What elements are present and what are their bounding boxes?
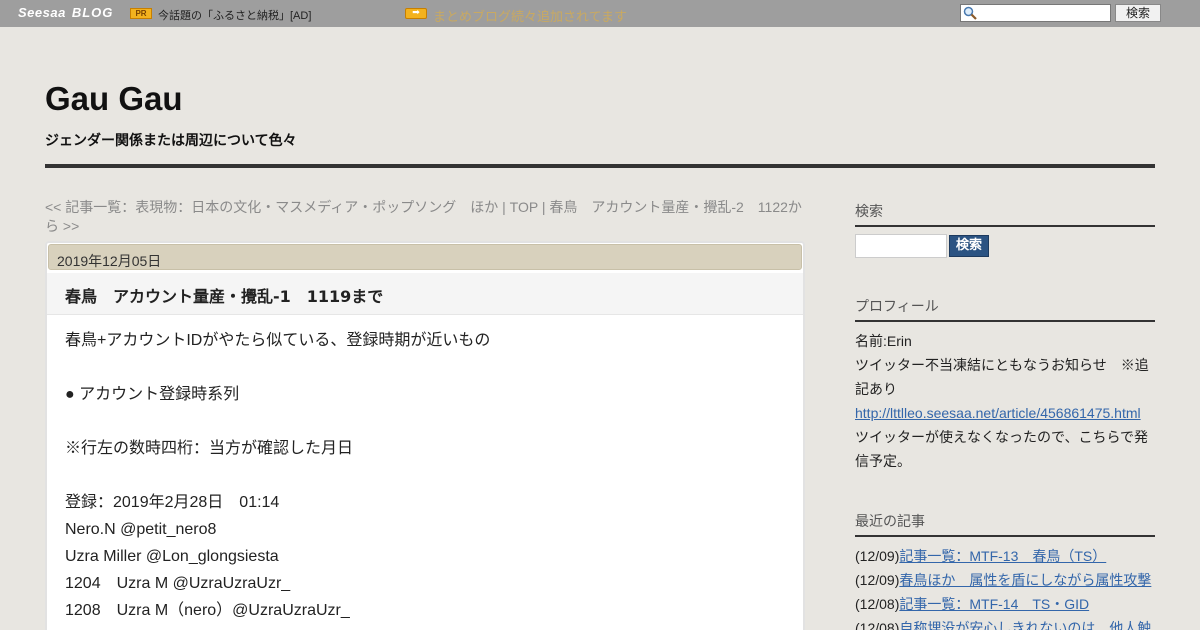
top-search-input[interactable]	[978, 5, 1108, 21]
recent-date: (12/09)	[855, 548, 900, 564]
recent-post-link[interactable]: 春鳥ほか 属性を盾にしながら属性攻撃	[899, 572, 1151, 588]
profile-note: ツイッターが使えなくなったので、こちらで発信予定。	[855, 429, 1149, 469]
top-search-box	[960, 4, 1111, 22]
post-date: 2019年12月05日	[48, 244, 802, 270]
logo-blog: BLOG	[71, 5, 114, 20]
pr-ad-link[interactable]: 今話題の「ふるさと納税」[AD]	[158, 7, 311, 23]
top-search-button[interactable]: 検索	[1115, 4, 1161, 22]
logo-seesaa: Seesaa	[18, 5, 66, 20]
recent-post-link[interactable]: 記事一覧：MTF-13 春鳥（TS）	[899, 548, 1106, 564]
sidebar-search-heading: 検索	[855, 201, 1155, 227]
post-line: ● アカウント登録時系列	[65, 386, 240, 403]
profile-name: 名前:Erin	[855, 333, 912, 349]
post-line: ※行左の数時四桁：当方が確認した月日	[65, 440, 354, 457]
header-divider	[45, 164, 1155, 168]
arrow-right-icon: ➡	[405, 8, 427, 19]
sidebar-search-input[interactable]	[855, 234, 947, 258]
sidebar-search-button[interactable]: 検索	[949, 235, 989, 257]
recent-date: (12/09)	[855, 572, 900, 588]
list-item: (12/08)自称埋没が安心しきれないのは 他人触	[855, 616, 1155, 630]
list-item: (12/08)記事一覧：MTF-14 TS・GID	[855, 592, 1155, 616]
post-line: 1204 Uzra M @UzraUzraUzr_	[65, 575, 291, 592]
post-line: 1208 Uzra M（nero）@UzraUzraUzr_	[65, 602, 350, 619]
seesaa-blog-logo[interactable]: Seesaa BLOG	[18, 5, 113, 20]
post-body: 春鳥+アカウントIDがやたら似ている、登録時期が近いもの ● アカウント登録時系…	[65, 327, 785, 624]
post-line: 登録：2019年2月28日 01:14	[65, 494, 280, 511]
recent-date: (12/08)	[855, 620, 900, 630]
sidebar-profile-heading: プロフィール	[855, 296, 1155, 322]
site-title[interactable]: Gau Gau	[45, 80, 183, 118]
profile-notice: ツイッター不当凍結にともなうお知らせ ※追記あり	[855, 357, 1149, 397]
post-line: Uzra Miller @Lon_glongsiesta	[65, 548, 279, 565]
profile-link[interactable]: http://lttlleo.seesaa.net/article/456861…	[855, 405, 1141, 421]
pr-badge: PR	[130, 8, 152, 19]
news-link[interactable]: まとめブログ続々追加されてます	[433, 6, 627, 25]
post-title[interactable]: 春鳥 アカウント量産・攪乱-1 1119まで	[47, 273, 803, 315]
blog-post: 2019年12月05日 春鳥 アカウント量産・攪乱-1 1119まで 春鳥+アカ…	[45, 241, 805, 630]
search-icon	[963, 6, 977, 20]
top-bar: Seesaa BLOG PR 今話題の「ふるさと納税」[AD] ➡ まとめブログ続…	[0, 0, 1200, 27]
recent-date: (12/08)	[855, 596, 900, 612]
recent-post-link[interactable]: 記事一覧：MTF-14 TS・GID	[899, 596, 1089, 612]
sidebar-recent-heading: 最近の記事	[855, 511, 1155, 537]
list-item: (12/09)春鳥ほか 属性を盾にしながら属性攻撃	[855, 568, 1155, 592]
post-navigation[interactable]: << 記事一覧：表現物：日本の文化・マスメディア・ポップソング ほか | TOP…	[45, 198, 805, 236]
sidebar-profile: 名前:Erin ツイッター不当凍結にともなうお知らせ ※追記あり http://…	[855, 329, 1155, 473]
recent-posts-list: (12/09)記事一覧：MTF-13 春鳥（TS） (12/09)春鳥ほか 属性…	[855, 544, 1155, 630]
list-item: (12/09)記事一覧：MTF-13 春鳥（TS）	[855, 544, 1155, 568]
recent-post-link[interactable]: 自称埋没が安心しきれないのは 他人触	[899, 620, 1151, 630]
post-line: Nero.N @petit_nero8	[65, 521, 217, 538]
site-description: ジェンダー関係または周辺について色々	[45, 133, 297, 149]
post-line: 春鳥+アカウントIDがやたら似ている、登録時期が近いもの	[65, 332, 491, 349]
